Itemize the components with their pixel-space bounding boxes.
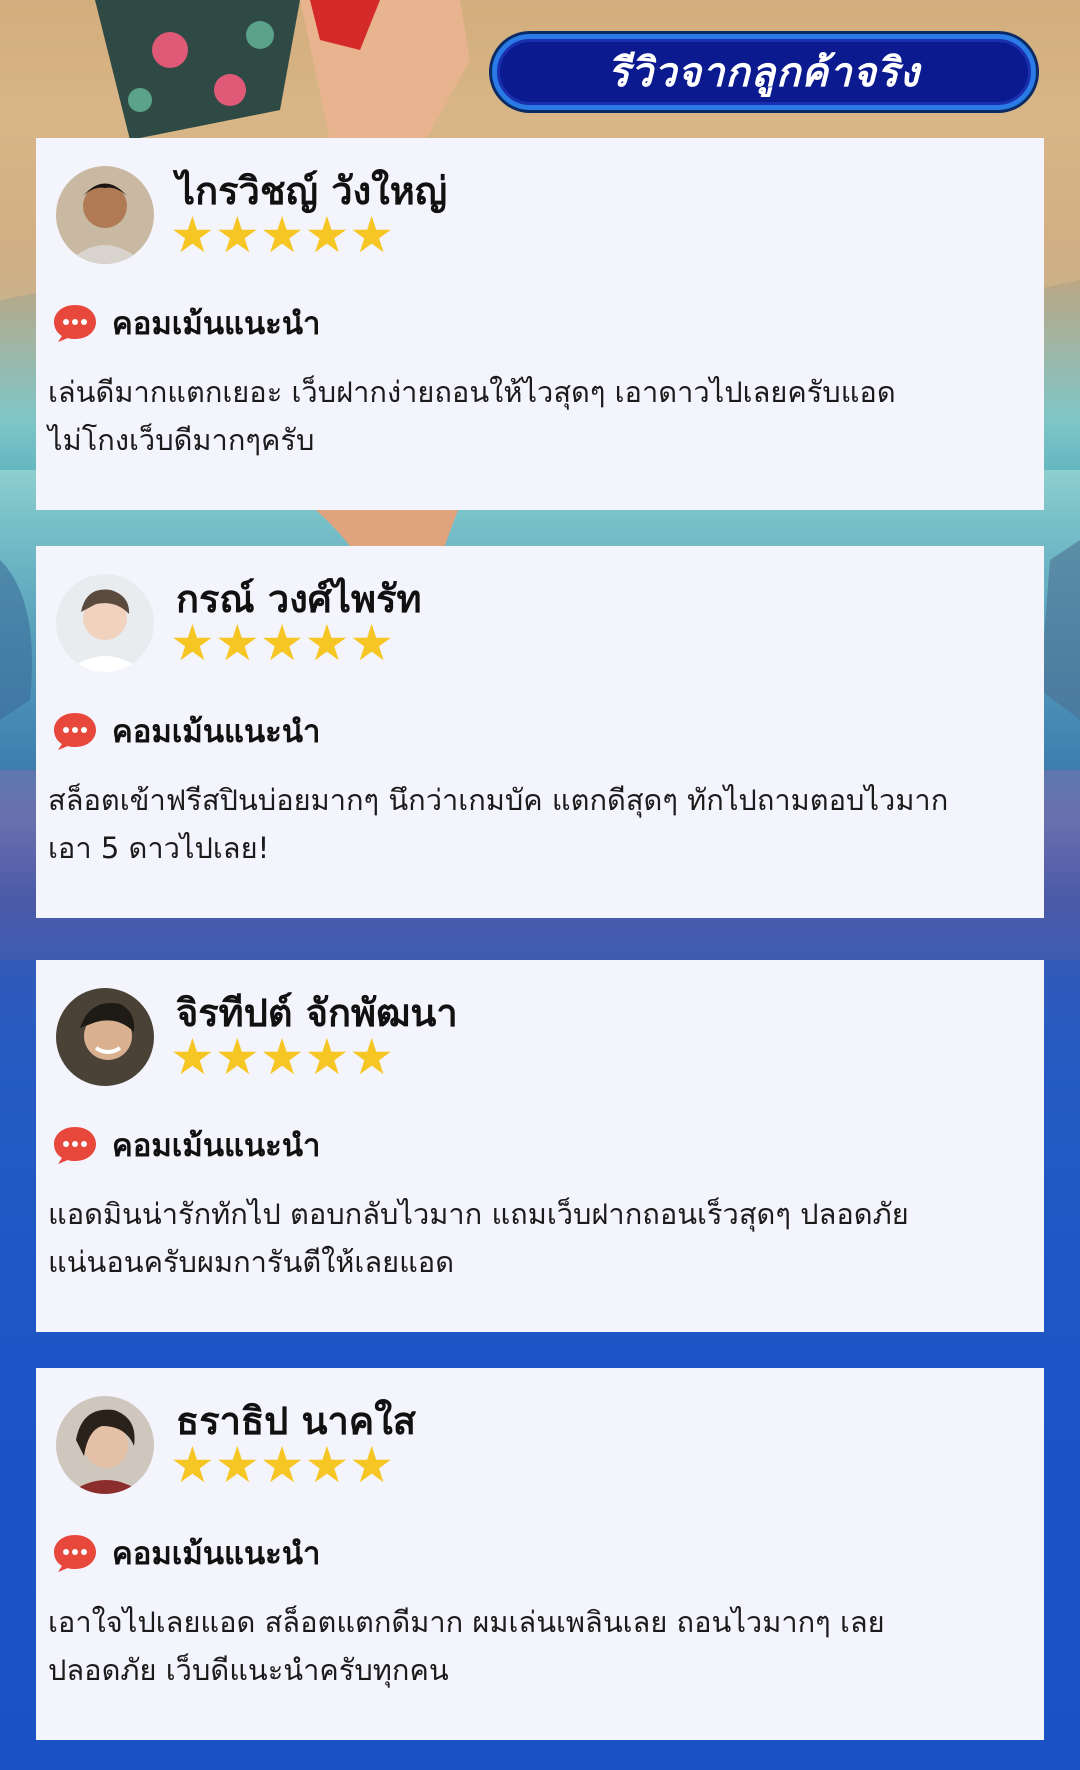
review-text: เล่นดีมากแตกเยอะ เว็บฝากง่ายถอนให้ไวสุดๆ… — [48, 368, 1028, 464]
chat-bubble-icon — [54, 1127, 96, 1164]
comment-label: คอมเม้นแนะนำ — [112, 306, 321, 342]
review-line: เอา 5 ดาวไปเลย! — [48, 831, 270, 865]
review-card: กรณ์ วงศ์ไพรัท ★★★★★ คอมเม้นแนะนำ สล็อตเ… — [36, 546, 1044, 918]
comment-label: คอมเม้นแนะนำ — [112, 1536, 321, 1572]
star-rating: ★★★★★ — [170, 618, 394, 668]
chat-bubble-icon — [54, 713, 96, 750]
star-rating: ★★★★★ — [170, 210, 394, 260]
comment-heading: คอมเม้นแนะนำ — [52, 1120, 320, 1170]
star-icons: ★★★★★ — [170, 1028, 395, 1086]
review-card: ไกรวิชญ์ วังใหญ่ ★★★★★ คอมเม้นแนะนำ เล่น… — [36, 138, 1044, 510]
star-icons: ★★★★★ — [170, 614, 395, 672]
review-line: สล็อตเข้าฟรีสปินบ่อยมากๆ นึกว่าเกมบัค แต… — [48, 783, 949, 817]
page-title-banner: รีวิวจากลูกค้าจริง — [492, 34, 1036, 110]
review-text: สล็อตเข้าฟรีสปินบ่อยมากๆ นึกว่าเกมบัค แต… — [48, 776, 1028, 872]
star-icons: ★★★★★ — [170, 1436, 395, 1494]
comment-heading: คอมเม้นแนะนำ — [52, 1528, 320, 1578]
user-avatar — [56, 1396, 154, 1494]
review-card: จิรทีปต์ จักพัฒนา ★★★★★ คอมเม้นแนะนำ แอด… — [36, 960, 1044, 1332]
review-text: เอาใจไปเลยแอด สล็อตแตกดีมาก ผมเล่นเพลินเ… — [48, 1598, 1028, 1694]
review-line: แน่นอนครับผมการันตีให้เลยแอด — [48, 1245, 455, 1279]
review-text: แอดมินน่ารักทักไป ตอบกลับไวมาก แถมเว็บฝา… — [48, 1190, 1028, 1286]
comment-label: คอมเม้นแนะนำ — [112, 714, 321, 750]
review-line: ปลอดภัย เว็บดีแนะนำครับทุกคน — [48, 1653, 449, 1687]
star-rating: ★★★★★ — [170, 1440, 394, 1490]
user-avatar — [56, 988, 154, 1086]
chat-bubble-icon — [54, 1535, 96, 1572]
star-icons: ★★★★★ — [170, 206, 395, 264]
comment-label: คอมเม้นแนะนำ — [112, 1128, 321, 1164]
comment-heading: คอมเม้นแนะนำ — [52, 298, 320, 348]
review-card: ธราธิป นาคใส ★★★★★ คอมเม้นแนะนำ เอาใจไปเ… — [36, 1368, 1044, 1740]
user-avatar — [56, 166, 154, 264]
comment-heading: คอมเม้นแนะนำ — [52, 706, 320, 756]
review-line: ไม่โกงเว็บดีมากๆครับ — [48, 423, 315, 457]
star-rating: ★★★★★ — [170, 1032, 394, 1082]
chat-bubble-icon — [54, 305, 96, 342]
review-line: แอดมินน่ารักทักไป ตอบกลับไวมาก แถมเว็บฝา… — [48, 1197, 909, 1231]
review-line: เอาใจไปเลยแอด สล็อตแตกดีมาก ผมเล่นเพลินเ… — [48, 1605, 885, 1639]
user-avatar — [56, 574, 154, 672]
page-title: รีวิวจากลูกค้าจริง — [608, 50, 920, 96]
review-line: เล่นดีมากแตกเยอะ เว็บฝากง่ายถอนให้ไวสุดๆ… — [48, 375, 896, 409]
